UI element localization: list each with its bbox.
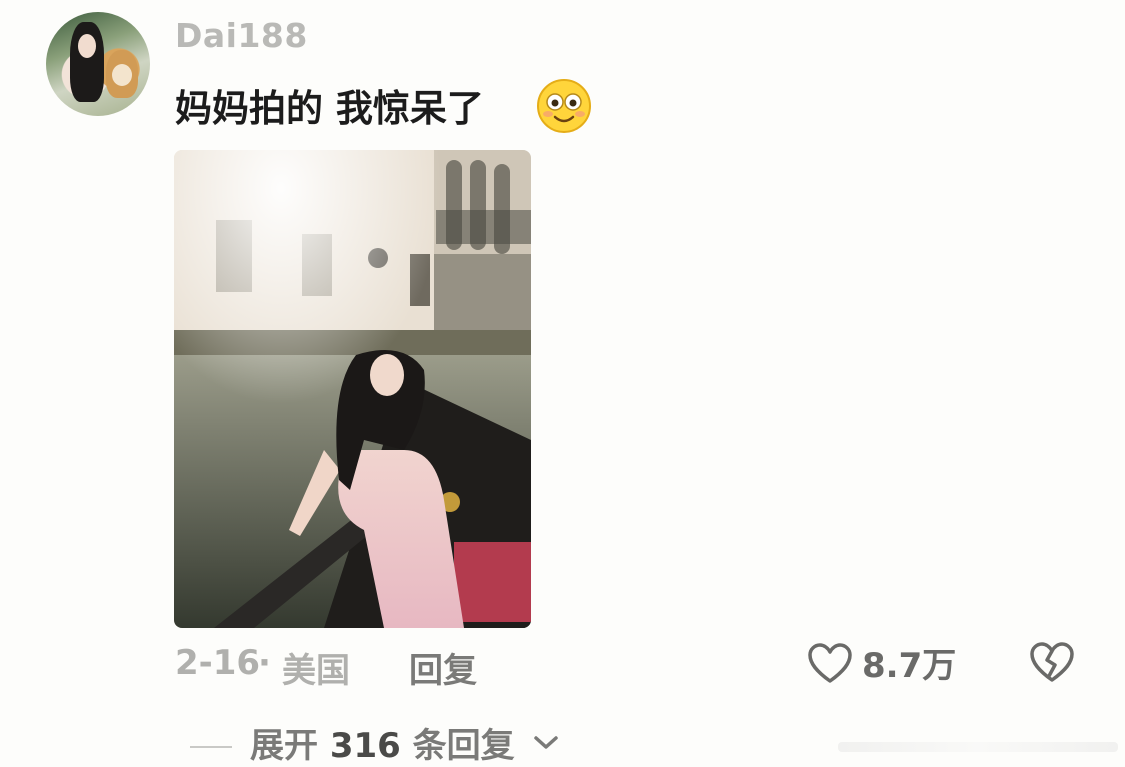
chevron-down-icon — [533, 735, 558, 749]
meta-separator: · — [258, 643, 271, 683]
heart-icon — [808, 642, 852, 683]
expand-replies-button[interactable]: 展开 316 条回复 — [190, 718, 559, 767]
expand-replies-label: 展开 316 条回复 — [250, 718, 515, 767]
user-avatar[interactable] — [46, 12, 150, 116]
comment-date: 2-16 — [175, 643, 261, 683]
comment-username[interactable]: Dai188 — [175, 16, 308, 55]
comment-text: 妈妈拍的 我惊呆了 — [175, 87, 484, 130]
comment-location: 美国 — [282, 651, 350, 691]
reply-button[interactable]: 回复 — [409, 643, 477, 692]
smiling-face-emoji-icon — [537, 79, 591, 133]
expand-suffix: 条回复 — [412, 726, 515, 766]
comment-photo[interactable] — [174, 150, 531, 628]
divider-line — [190, 745, 232, 748]
reply-count: 316 — [329, 726, 401, 766]
like-button[interactable]: 8.7万 — [806, 638, 956, 687]
like-count: 8.7万 — [862, 646, 957, 686]
expand-prefix: 展开 — [250, 726, 318, 766]
broken-heart-icon[interactable] — [1028, 640, 1076, 684]
